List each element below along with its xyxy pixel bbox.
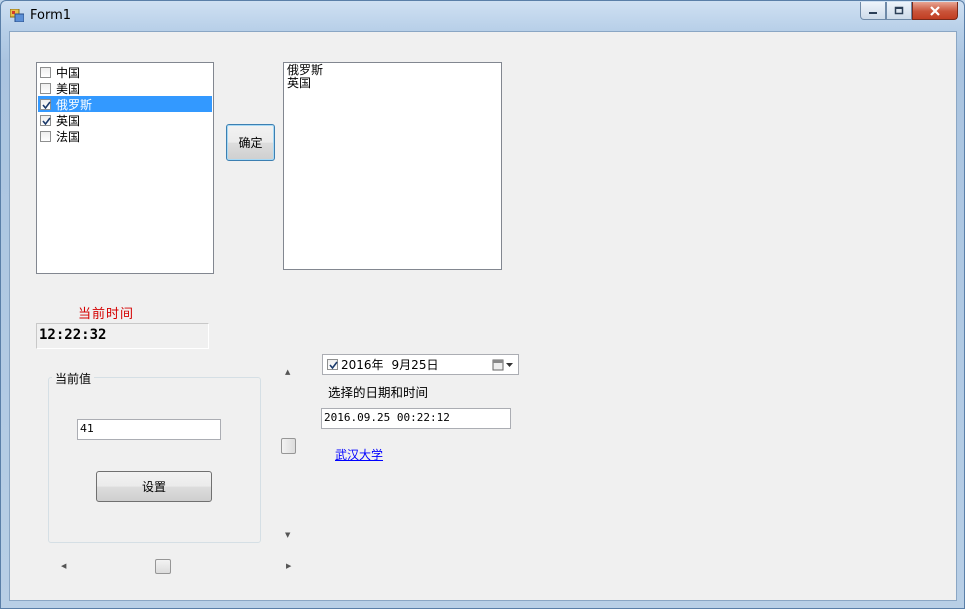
checkbox[interactable] [40,82,51,94]
title-bar[interactable]: Form1 [1,1,964,31]
check-icon [329,361,338,370]
date-enable-checkbox[interactable] [327,359,338,370]
close-button[interactable] [912,2,958,20]
set-button-label: 设置 [141,480,166,494]
vertical-scrollbar[interactable]: ▲ ▼ [280,364,297,544]
scroll-right-icon[interactable]: ▶ [286,562,291,570]
list-item-label: 俄罗斯 [56,97,93,112]
date-year[interactable]: 2016年 [341,356,384,373]
list-item-label: 美国 [56,81,81,96]
maximize-button[interactable] [886,2,912,20]
form-client-area: 中国 美国 俄罗斯 英国 法国 确定 俄罗斯 英国 当前时间 12:22:32 … [9,31,957,601]
set-button[interactable]: 设置 [96,471,212,502]
date-day[interactable]: 9月25日 [392,356,439,373]
horizontal-scrollbar[interactable]: ◀ ▶ [57,558,297,575]
list-item[interactable]: 法国 [38,128,212,144]
checkbox[interactable] [40,130,51,142]
check-icon [42,101,51,109]
confirm-button[interactable]: 确定 [226,124,275,161]
list-item-label: 中国 [56,65,81,80]
group-title: 当前值 [52,370,95,387]
checkbox[interactable] [40,114,51,126]
current-value-group [48,377,261,543]
checkbox[interactable] [40,98,51,110]
current-time-label: 当前时间 [78,307,135,322]
wuhan-university-link[interactable]: 武汉大学 [335,446,383,463]
vertical-scroll-thumb[interactable] [281,438,296,454]
list-item-selected[interactable]: 俄罗斯 [38,96,212,112]
list-item[interactable]: 英国 [38,112,212,128]
current-time-display: 12:22:32 [36,323,209,349]
close-icon [930,5,940,16]
minimize-icon [869,11,877,14]
list-item-label: 英国 [56,113,81,128]
list-item-label: 法国 [56,129,81,144]
date-caption: 选择的日期和时间 [328,385,429,400]
confirm-button-label: 确定 [238,136,263,150]
scroll-down-icon[interactable]: ▼ [285,531,290,539]
window-title: Form1 [30,8,72,23]
checkbox[interactable] [40,66,51,78]
result-list[interactable]: 俄罗斯 英国 [283,62,502,270]
calendar-dropdown-icon[interactable] [492,359,514,371]
list-item[interactable]: 俄罗斯 [284,64,501,77]
current-value-input[interactable]: 41 [77,419,221,440]
minimize-button[interactable] [860,2,886,20]
datetime-output[interactable]: 2016.09.25 00:22:12 [321,408,511,429]
app-icon [10,9,24,22]
scroll-up-icon[interactable]: ▲ [285,368,290,376]
check-icon [42,117,51,125]
main-window: Form1 中国 美国 俄罗斯 英国 法国 确定 俄罗斯 英国 当前时间 12:… [0,0,965,609]
country-checked-list[interactable]: 中国 美国 俄罗斯 英国 法国 [36,62,214,274]
list-item[interactable]: 美国 [38,80,212,96]
list-item[interactable]: 中国 [38,64,212,80]
scroll-left-icon[interactable]: ◀ [61,562,66,570]
list-item[interactable]: 英国 [284,77,501,90]
date-picker[interactable]: 2016年 9月25日 [322,354,519,375]
horizontal-scroll-thumb[interactable] [155,559,171,574]
maximize-icon [894,6,904,15]
